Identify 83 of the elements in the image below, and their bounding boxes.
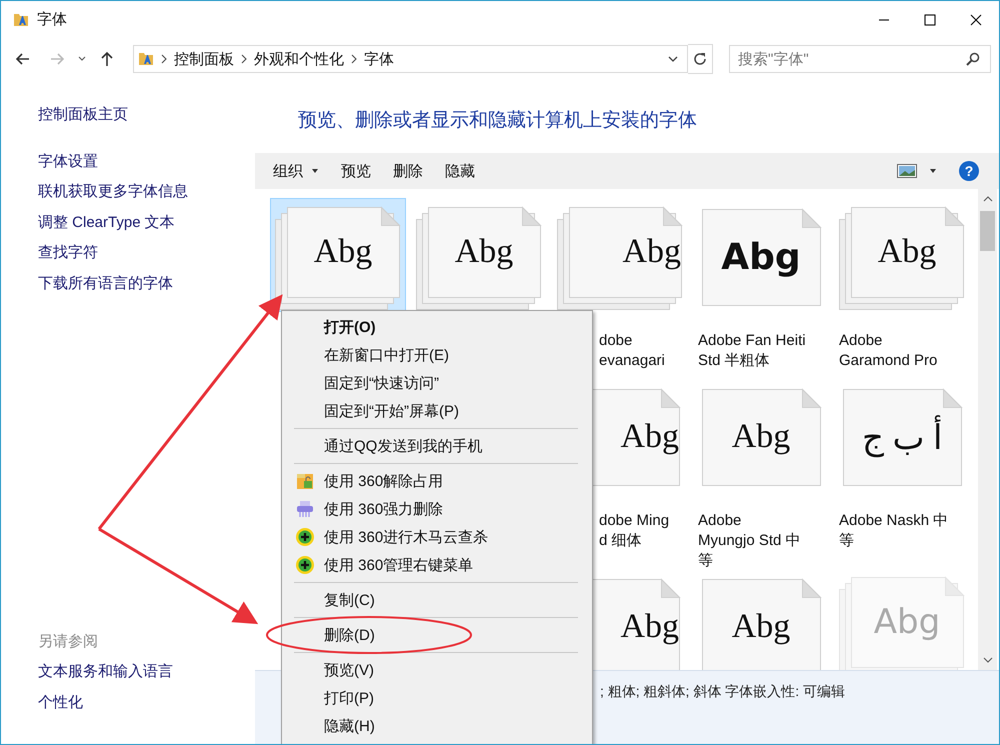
menu-item[interactable]: 使用 360管理右键菜单	[284, 551, 590, 579]
sidebar-link[interactable]: 控制面板主页	[38, 100, 128, 130]
folder-lock-icon	[296, 472, 314, 490]
menu-item[interactable]: 打印(P)	[284, 684, 590, 712]
menu-item[interactable]: 使用 360解除占用	[284, 467, 590, 495]
menu-item[interactable]: 固定到“开始”屏幕(P)	[284, 397, 590, 425]
window-title: 字体	[37, 10, 67, 29]
help-button[interactable]: ?	[959, 161, 979, 181]
toolbar-button[interactable]: 组织	[273, 162, 319, 180]
font-name: Std 半粗体	[697, 351, 770, 371]
toolbar-button[interactable]: 隐藏	[445, 162, 475, 180]
font-name: Myungjo Std 中	[697, 531, 801, 551]
font-preview: Abg	[622, 233, 681, 271]
search-icon	[965, 51, 981, 67]
font-preview: Abg	[620, 418, 679, 456]
search-field[interactable]: 搜索"字体"	[729, 45, 991, 73]
view-picture-icon[interactable]	[897, 164, 917, 178]
font-name: 等	[697, 551, 713, 571]
scroll-up-icon[interactable]	[982, 195, 992, 203]
refresh-icon	[692, 51, 708, 67]
document-stack-icon	[837, 205, 965, 313]
menu-item[interactable]: 使用 360强力删除	[284, 495, 590, 523]
plus-circle-icon	[295, 555, 315, 575]
toolbar-button[interactable]: 删除	[393, 162, 423, 180]
caret-icon[interactable]	[929, 167, 937, 175]
see-also-link[interactable]: 文本服务和输入语言	[38, 657, 173, 688]
sidebar-link[interactable]: 调整 ClearType 文本	[38, 208, 175, 238]
font-preview: Abg	[732, 608, 790, 646]
font-tile[interactable]: Abg Adobe Fan Heiti Std 半粗体	[694, 199, 828, 371]
chevron-icon	[350, 54, 358, 64]
plus-circle-icon	[295, 527, 315, 547]
breadcrumb[interactable]: 字体	[364, 50, 394, 68]
font-name: Adobe Naskh 中	[838, 511, 948, 531]
font-tile[interactable]: Abg Adobe Myungjo Std 中 等	[694, 379, 828, 571]
font-preview: أ ب ج	[862, 416, 942, 458]
menu-item[interactable]: 隐藏(H)	[284, 712, 590, 740]
sidebar-link[interactable]: 下载所有语言的字体	[38, 268, 173, 299]
font-preview: Abg	[878, 233, 936, 271]
font-name: dobe	[598, 331, 632, 351]
toolbar-button[interactable]: 预览	[341, 162, 371, 180]
menu-item[interactable]: 复制(C)	[284, 586, 590, 614]
breadcrumb[interactable]: 控制面板	[174, 50, 234, 68]
scroll-down-icon[interactable]	[982, 656, 992, 664]
font-name: d 细体	[598, 531, 642, 551]
folder-font-icon	[13, 12, 29, 28]
scroll-thumb[interactable]	[980, 211, 995, 251]
font-preview: Abg	[314, 233, 372, 271]
font-preview: Abg	[732, 418, 790, 456]
scrollbar[interactable]	[978, 189, 997, 670]
font-name: 等	[838, 531, 854, 551]
see-also-heading: 另请参阅	[38, 632, 98, 652]
font-preview: Abg	[620, 608, 679, 646]
font-name: evanagari	[598, 351, 665, 371]
menu-item[interactable]: 通过QQ发送到我的手机	[284, 432, 590, 460]
menu-item[interactable]: 使用 360进行木马云查杀	[284, 523, 590, 551]
font-name: Adobe	[697, 511, 742, 531]
chevron-icon	[240, 54, 248, 64]
folder-font-icon	[138, 51, 154, 67]
menu-item[interactable]: 删除(D)	[284, 621, 590, 649]
shredder-icon	[296, 500, 314, 518]
font-tile[interactable]: Abg	[694, 569, 828, 670]
sidebar-link[interactable]: 查找字符	[38, 238, 98, 268]
sidebar-link[interactable]: 字体设置	[38, 146, 98, 177]
menu-item[interactable]: 固定到“快速访问”	[284, 369, 590, 397]
font-preview: Abg	[454, 233, 514, 271]
chevron-icon	[160, 54, 168, 64]
font-name: dobe Ming	[598, 511, 670, 531]
font-name: Adobe Fan Heiti	[697, 331, 806, 351]
font-name: Adobe	[838, 331, 882, 351]
refresh-button[interactable]	[688, 44, 713, 74]
font-preview: Abg	[874, 602, 940, 642]
breadcrumb[interactable]: 外观和个性化	[254, 50, 344, 68]
see-also-link[interactable]: 个性化	[38, 688, 83, 718]
menu-item[interactable]: 预览(V)	[284, 656, 590, 684]
page-heading: 预览、删除或者显示和隐藏计算机上安装的字体	[298, 109, 697, 133]
font-tile[interactable]: Abg Adobe Garamond Pro	[835, 199, 969, 371]
font-preview: Abg	[721, 236, 801, 278]
details-text: ; 粗体; 粗斜体; 斜体 字体嵌入性: 可编辑	[600, 683, 846, 699]
address-bar[interactable]: 控制面板 外观和个性化 字体	[133, 45, 688, 73]
font-name: Garamond Pro	[838, 351, 938, 371]
font-tile[interactable]: Abg	[412, 199, 546, 313]
sidebar-link[interactable]: 联机获取更多字体信息	[38, 177, 188, 208]
font-tile[interactable]: Abg	[271, 199, 405, 311]
